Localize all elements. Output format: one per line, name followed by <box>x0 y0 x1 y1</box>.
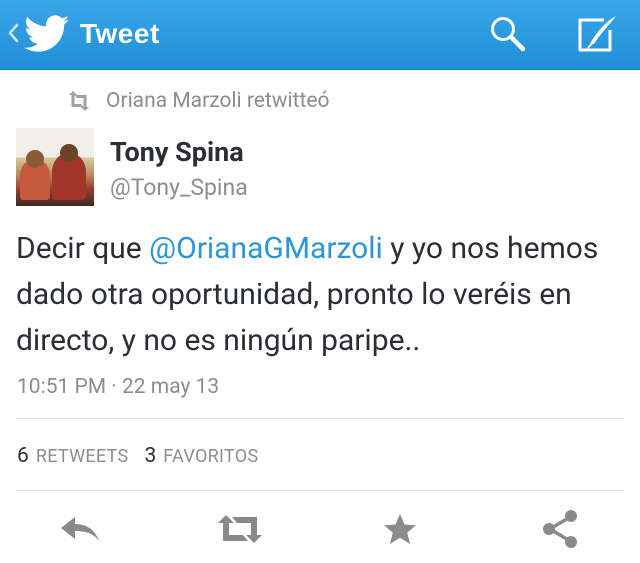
retweet-icon <box>218 515 262 543</box>
mention-link[interactable]: @OrianaGMarzoli <box>149 231 383 266</box>
action-bar: Tweet <box>0 0 640 70</box>
share-button[interactable] <box>536 508 584 550</box>
compose-icon[interactable] <box>574 14 620 54</box>
twitter-bird-icon[interactable] <box>24 15 70 53</box>
search-icon[interactable] <box>488 14 528 54</box>
retweet-icon <box>69 91 89 111</box>
reply-button[interactable] <box>56 508 104 550</box>
share-icon <box>543 510 577 548</box>
retweet-button[interactable] <box>216 508 264 550</box>
tweet-stats: 6 RETWEETS 3 FAVORITOS <box>17 444 274 468</box>
favorite-star-icon <box>384 514 416 544</box>
favorites-count[interactable]: 3 <box>144 444 156 468</box>
timestamp: 10:51 PM · 22 may 13 <box>17 375 220 399</box>
favorite-button[interactable] <box>376 508 424 550</box>
tweet-text-before: Decir que <box>16 231 150 266</box>
divider <box>16 490 624 491</box>
avatar[interactable] <box>16 128 94 206</box>
page-title: Tweet <box>80 18 160 49</box>
chevron-left-icon[interactable] <box>6 18 20 48</box>
retweeted-by-line[interactable]: Oriana Marzoli retwitteó <box>66 89 330 113</box>
divider <box>16 418 624 419</box>
author-handle[interactable]: @Tony_Spina <box>110 174 248 201</box>
author-name[interactable]: Tony Spina <box>110 136 244 168</box>
reply-icon <box>61 517 99 541</box>
retweets-label[interactable]: RETWEETS <box>36 446 129 467</box>
retweeted-by-text: Oriana Marzoli retwitteó <box>106 89 330 113</box>
retweets-count[interactable]: 6 <box>17 444 29 468</box>
favorites-label[interactable]: FAVORITOS <box>163 446 258 467</box>
tweet-text: Decir que @OrianaGMarzoli y yo nos hemos… <box>16 226 626 364</box>
